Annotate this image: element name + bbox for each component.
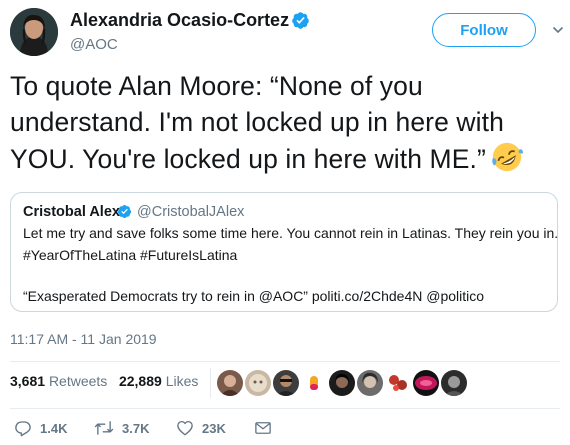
author-handle[interactable]: @AOC — [70, 36, 118, 53]
liker-avatar[interactable] — [216, 369, 244, 397]
tweet-text-line: understand. I'm not locked up in here wi… — [10, 107, 504, 137]
divider — [10, 408, 560, 409]
retweets-stat[interactable]: 3,681 Retweets — [10, 373, 107, 389]
quoted-text-line: Let me try and save folks some time here… — [23, 225, 559, 241]
liker-avatar[interactable] — [244, 369, 272, 397]
direct-message-button[interactable] — [254, 418, 280, 438]
likes-stat[interactable]: 22,889 Likes — [119, 373, 198, 389]
liker-avatar[interactable] — [440, 369, 468, 397]
quoted-text-line: “Exasperated Democrats try to rein in @A… — [23, 288, 485, 304]
retweet-icon — [94, 421, 114, 435]
author-avatar[interactable] — [10, 8, 58, 56]
liker-avatar[interactable] — [328, 369, 356, 397]
quoted-author-handle[interactable]: @CristobalJAlex — [137, 204, 244, 220]
envelope-icon — [255, 422, 271, 434]
hashtag-link[interactable]: #YearOfTheLatina — [23, 247, 136, 263]
tweet-stats: 3,681 Retweets 22,889 Likes — [10, 373, 198, 389]
like-count: 23K — [202, 420, 226, 436]
follow-button[interactable]: Follow — [432, 13, 536, 47]
chevron-down-icon[interactable] — [552, 24, 564, 36]
reply-count: 1.4K — [40, 420, 68, 436]
tweet-text-line: To quote Alan Moore: “None of you — [10, 71, 423, 101]
like-button[interactable]: 23K — [176, 418, 226, 438]
tweet-text-line: YOU. You're locked up in here with ME.” — [10, 140, 560, 177]
verified-badge-icon — [292, 12, 309, 29]
divider — [10, 361, 560, 362]
verified-badge-icon — [117, 204, 132, 219]
retweet-count: 3.7K — [122, 420, 150, 436]
liker-avatar[interactable] — [272, 369, 300, 397]
tweet-text: To quote Alan Moore: “None of you unders… — [10, 68, 560, 177]
reply-icon — [15, 421, 31, 437]
liker-avatar[interactable] — [412, 369, 440, 397]
divider — [210, 368, 211, 398]
heart-icon — [177, 420, 193, 436]
retweet-button[interactable]: 3.7K — [94, 418, 149, 438]
liker-avatar[interactable] — [384, 369, 412, 397]
hashtag-link[interactable]: #FutureIsLatina — [140, 247, 237, 263]
liker-avatar[interactable] — [356, 369, 384, 397]
rolling-laughing-emoji-icon — [492, 142, 523, 172]
reply-button[interactable]: 1.4K — [14, 418, 67, 438]
quoted-author-name[interactable]: Cristobal Alex — [23, 204, 120, 220]
liker-avatar[interactable] — [300, 369, 328, 397]
quoted-hashtags: #YearOfTheLatina #FutureIsLatina — [23, 247, 237, 263]
tweet-timestamp[interactable]: 11:17 AM - 11 Jan 2019 — [10, 331, 157, 347]
author-name[interactable]: Alexandria Ocasio-Cortez — [70, 10, 289, 31]
